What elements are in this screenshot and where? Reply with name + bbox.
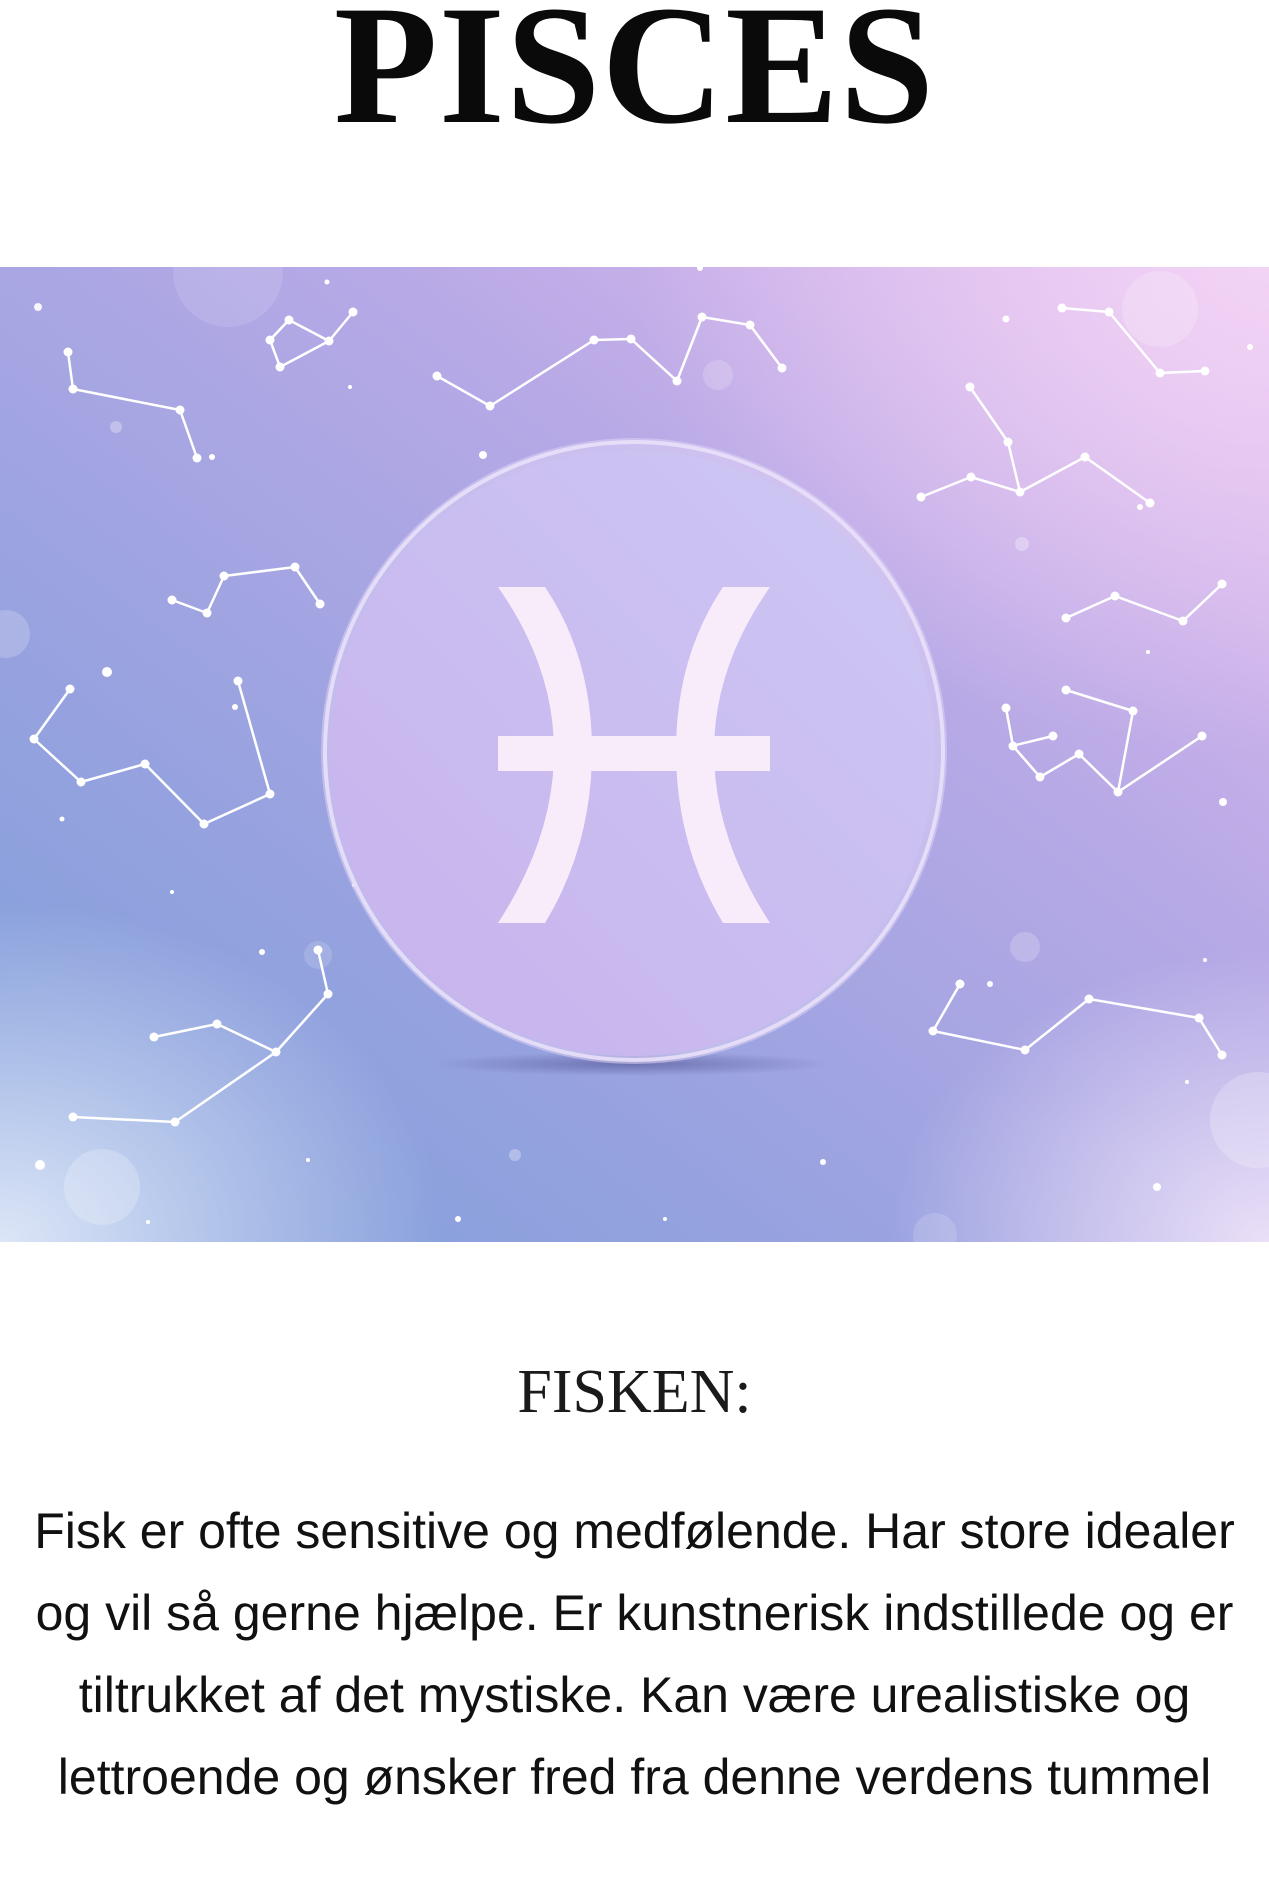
page-title: PISCES bbox=[333, 0, 936, 159]
zodiac-banner-image bbox=[0, 267, 1269, 1242]
sign-description: Fisk er ofte sensitive og medfølende. Ha… bbox=[34, 1503, 1235, 1805]
zodiac-banner-illustration bbox=[0, 267, 1269, 1242]
sign-name-heading: FISKEN: bbox=[517, 1358, 752, 1426]
